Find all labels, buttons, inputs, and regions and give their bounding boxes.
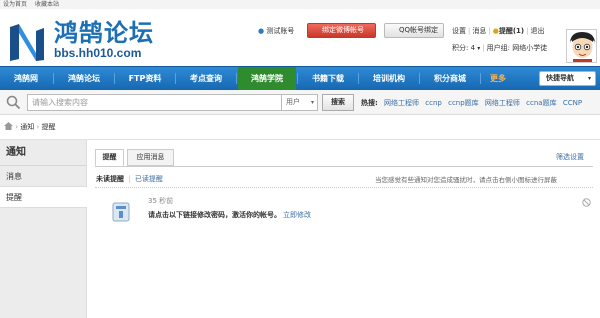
set-home-link[interactable]: 设为首页 [3,1,27,8]
nav-item-forum[interactable]: 鸿鹄论坛 [55,67,113,90]
nav-item-training[interactable]: 培训机构 [360,67,418,90]
sidebar: 通知 消息 提醒 [0,140,87,318]
nav-item-academy[interactable]: 鸿鹄学院 [238,67,296,90]
user-stats: 积分: 4 ▾ | 用户组: 网络小学徒 [452,44,548,52]
quick-nav-label: 快捷导航 [546,74,574,82]
breadcrumb: › 通知 › 提醒 [0,115,600,140]
modify-now-link[interactable]: 立即修改 [283,211,311,219]
home-icon[interactable] [4,122,13,130]
tab-app-messages[interactable]: 应用消息 [127,149,174,166]
hot-term[interactable]: ccnp题库 [448,99,479,107]
main-content: 提醒 应用消息 筛选设置 未读提醒 | 已读提醒 当您感觉有些通知对您造成骚扰时… [88,140,600,318]
bind-weibo-label: 绑定微博帐号 [322,26,364,34]
subtab-unread[interactable]: 未读提醒 [96,175,124,183]
hot-term[interactable]: CCNP [563,99,582,107]
notice-item: 35 秒前 请点击以下链接修改密码，激活你的帐号。 立即修改 [104,195,593,231]
reminders-link[interactable]: 提醒(1) [499,27,524,35]
tab-reminders[interactable]: 提醒 [95,149,124,166]
hot-term[interactable]: 网络工程师 [485,99,520,107]
search-icon [6,95,21,110]
bind-weibo-button[interactable]: 绑定微博帐号 [307,23,376,38]
logout-link[interactable]: 退出 [530,27,544,35]
messages-link[interactable]: 消息 [472,27,486,35]
hot-term[interactable]: ccna题库 [526,99,556,107]
username-label[interactable]: 测试账号 [266,27,294,35]
breadcrumb-notice[interactable]: 通知 [20,123,34,131]
user-links: 设置 | 消息 | ●提醒(1) | 退出 [452,27,545,35]
subtab-read[interactable]: 已读提醒 [135,175,163,183]
chevron-down-icon: ▾ [310,99,314,106]
system-notice-icon [112,202,130,222]
user-group-label[interactable]: 用户组: 网络小学徒 [487,44,548,52]
qq-bind-label: QQ帐号绑定 [399,26,439,34]
chevron-down-icon: ▾ [477,45,481,52]
qq-bind-button[interactable]: QQ帐号绑定 [384,23,444,38]
search-type-select[interactable]: 用户 ▾ [282,94,318,111]
breadcrumb-remind[interactable]: 提醒 [42,123,56,131]
search-type-label: 用户 [286,98,300,106]
points-label[interactable]: 积分: 4 [452,44,475,52]
hot-term[interactable]: ccnp [425,99,442,107]
filter-settings-link[interactable]: 筛选设置 [556,152,584,162]
sidebar-item-messages[interactable]: 消息 [0,166,86,187]
nav-item-more[interactable]: 更多 [482,67,514,90]
main-nav: 鸿鹄网 鸿鹄论坛 FTP资料 考点查询 鸿鹄学院 书籍下载 培训机构 积分商城 … [0,66,600,90]
site-header: 鸿鹄论坛 bbs.hh010.com ● 测试账号 绑定微博帐号 QQ帐号绑定 … [0,9,600,66]
settings-link[interactable]: 设置 [452,27,466,35]
avatar[interactable] [566,29,597,63]
logo-icon[interactable] [6,21,48,63]
logo-url: bbs.hh010.com [54,46,142,60]
quick-nav-dropdown[interactable]: 快捷导航 ▾ [539,71,596,86]
notice-text: 请点击以下链接修改密码，激活你的帐号。 [148,211,281,219]
hot-search-label: 热搜: [361,99,378,107]
chevron-down-icon: ▾ [587,75,591,82]
nav-item-ftp[interactable]: FTP资料 [116,67,174,90]
nav-item-hh010[interactable]: 鸿鹄网 [0,67,52,90]
hot-term[interactable]: 网络工程师 [384,99,419,107]
nav-item-exam-query[interactable]: 考点查询 [177,67,235,90]
user-icon: ● [258,27,265,35]
bookmark-link[interactable]: 收藏本站 [35,1,59,8]
subtabs: 未读提醒 | 已读提醒 [96,175,163,183]
block-icon[interactable] [582,198,591,207]
block-hint: 当您感觉有些通知对您造成骚扰时，请点击右侧小图标进行屏蔽 [375,176,557,184]
nav-item-points-mall[interactable]: 积分商城 [421,67,479,90]
notice-message: 请点击以下链接修改密码，激活你的帐号。 立即修改 [148,210,311,220]
logo-text[interactable]: 鸿鹄论坛 [54,20,154,46]
search-input[interactable]: 请输入搜索内容 [27,94,282,111]
nav-item-book-download[interactable]: 书籍下载 [299,67,357,90]
search-button[interactable]: 搜索 [322,94,354,111]
username[interactable]: ● 测试账号 [258,24,294,38]
notice-time: 35 秒前 [148,197,174,205]
sidebar-title: 通知 [0,140,86,166]
avatar-cartoon-icon [567,30,596,62]
sidebar-item-reminders[interactable]: 提醒 [0,187,87,208]
top-strip: 设为首页 收藏本站 [0,0,600,9]
search-bar: 请输入搜索内容 用户 ▾ 搜索 热搜: 网络工程师 ccnp ccnp题库 网络… [0,90,600,115]
hot-search: 热搜: 网络工程师 ccnp ccnp题库 网络工程师 ccna题库 CCNP [361,98,582,108]
